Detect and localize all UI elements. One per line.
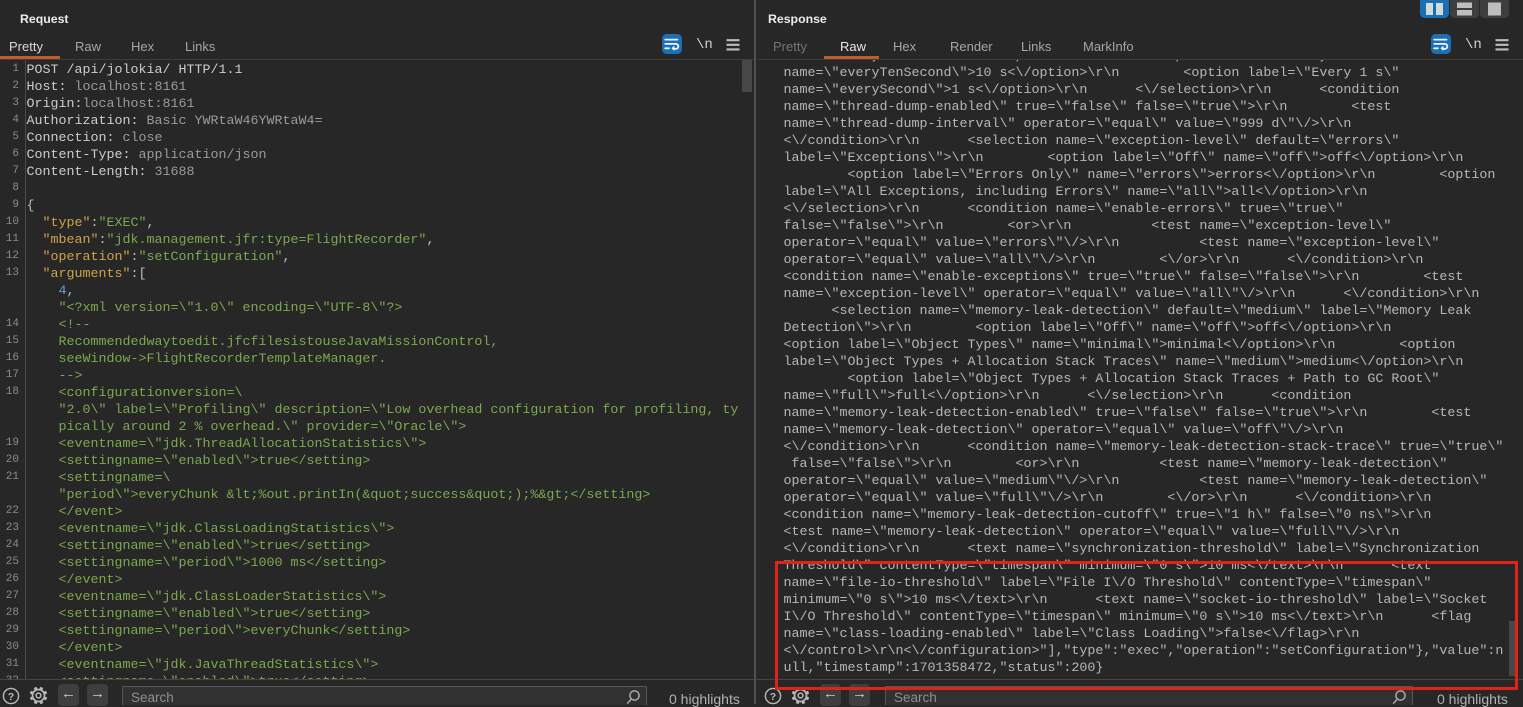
svg-text:?: ? — [770, 691, 776, 703]
svg-text:?: ? — [8, 691, 14, 703]
